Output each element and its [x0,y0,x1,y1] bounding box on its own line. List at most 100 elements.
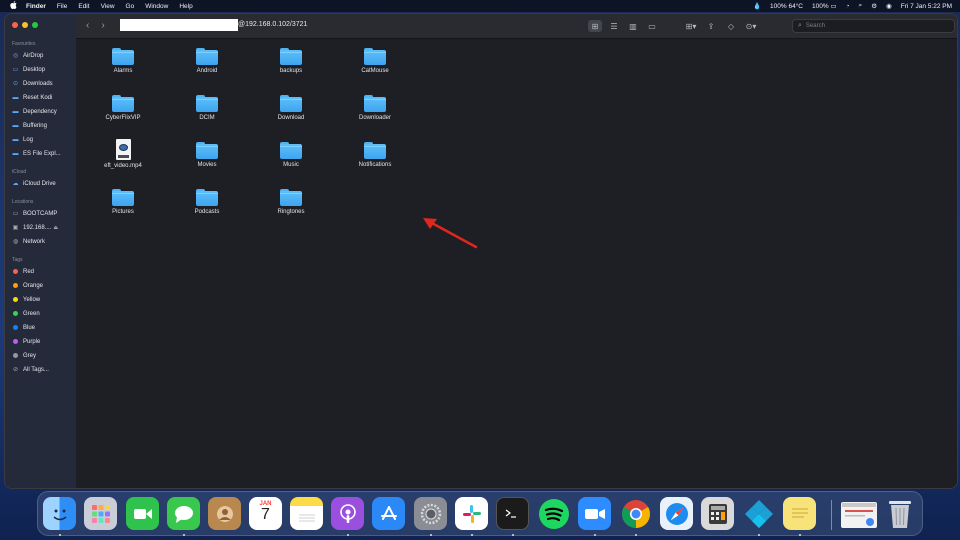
folder-catmouse[interactable]: CatMouse [333,48,417,74]
sidebar-item-icloud-drive[interactable]: ☁ iCloud Drive [12,178,74,189]
sidebar-item-label: 192.168.... [23,224,52,231]
folder-dcim[interactable]: DCIM [165,95,249,121]
dock-app-store-icon[interactable] [372,497,405,530]
dock-spotify-icon[interactable] [537,497,570,530]
sidebar-tag-grey[interactable]: Grey [12,350,74,361]
apple-menu-icon[interactable] [10,1,18,11]
folder-backups[interactable]: backups [249,48,333,74]
temperature-icon[interactable]: 💧 [753,2,761,10]
folder-podcasts[interactable]: Podcasts [165,189,249,215]
item-name: DCIM [199,115,215,121]
menu-window[interactable]: Window [145,3,168,10]
sidebar-item-airdrop[interactable]: ◎ AirDrop [12,50,74,61]
dock-chrome-icon[interactable] [619,497,652,530]
eject-icon[interactable]: ⏏ [53,225,58,231]
dock-trash-icon[interactable] [883,497,916,530]
sidebar-item-network[interactable]: ◍ Network [12,236,74,247]
minimize-window-button[interactable] [22,22,28,28]
menu-file[interactable]: File [57,3,67,10]
dock-system-preferences-icon[interactable] [414,497,447,530]
sidebar-tag-red[interactable]: Red [12,266,74,277]
close-window-button[interactable] [12,22,18,28]
search-field[interactable]: ⌕ Search [792,19,955,33]
folder-pictures[interactable]: Pictures [81,189,165,215]
sidebar-tag-green[interactable]: Green [12,308,74,319]
dock-calendar-icon[interactable]: JAN 7 [249,497,282,530]
sidebar-item-downloads[interactable]: ⊙ Downloads [12,78,74,89]
folder-music[interactable]: Music [249,142,333,168]
column-view-icon[interactable]: ▥ [626,20,640,32]
folder-ringtones[interactable]: Ringtones [249,189,333,215]
gallery-view-icon[interactable]: ▭ [645,20,659,32]
sidebar-tag-yellow[interactable]: Yellow [12,294,74,305]
share-icon[interactable]: ⇪ [704,20,718,32]
sidebar-tag-blue[interactable]: Blue [12,322,74,333]
battery-status[interactable]: 100% ▭ [812,2,837,10]
downloads-icon: ⊙ [12,81,19,87]
list-view-icon[interactable]: ☰ [607,20,621,32]
tag-dot [13,325,18,330]
dock-zoom-icon[interactable] [578,497,611,530]
sidebar-tag-orange[interactable]: Orange [12,280,74,291]
folder-alarms[interactable]: Alarms [81,48,165,74]
running-indicator [59,534,61,536]
dock-safari-icon[interactable] [660,497,693,530]
folder-notifications[interactable]: Notifications [333,142,417,168]
sidebar-item-es-file-explorer[interactable]: ▬ ES File Expl... [12,148,74,159]
group-by-icon[interactable]: ⊞▾ [684,20,698,32]
tag-icon[interactable]: ◇ [724,20,738,32]
sidebar-item-desktop[interactable]: ▭ Desktop [12,64,74,75]
dock-contacts-icon[interactable] [208,497,241,530]
menu-help[interactable]: Help [179,3,192,10]
folder-icon: ▬ [12,108,19,115]
folder-icon [196,189,218,206]
dock-stickies-icon[interactable] [783,497,816,530]
folder-android[interactable]: Android [165,48,249,74]
siri-icon[interactable]: ◉ [886,2,892,10]
menu-edit[interactable]: Edit [78,3,89,10]
item-name: Music [283,162,299,168]
dock-podcasts-icon[interactable] [331,497,364,530]
running-indicator [347,534,349,536]
menu-go[interactable]: Go [126,3,135,10]
sidebar-item-log[interactable]: ▬ Log [12,134,74,145]
folder-cyberflixvip[interactable]: CyberFlixVIP [81,95,165,121]
dock-messages-icon[interactable] [167,497,200,530]
dock-kodi-icon[interactable] [742,497,775,530]
dock-window-thumbnail-icon[interactable] [841,502,877,528]
item-name: Podcasts [194,209,220,215]
temperature-status[interactable]: 100% 64°C [770,3,803,10]
sidebar-tag-purple[interactable]: Purple [12,336,74,347]
dock-terminal-icon[interactable] [496,497,529,530]
search-menu-icon[interactable]: ⌕ [859,2,863,10]
icloud-section-label: iCloud [12,169,27,175]
forward-chevron-icon[interactable]: › [101,20,104,31]
wifi-icon[interactable]: ◔ [846,3,850,10]
dock-slack-icon[interactable] [455,497,488,530]
dock-facetime-icon[interactable] [126,497,159,530]
zoom-window-button[interactable] [32,22,38,28]
sidebar-item-label: Dependency [23,108,57,115]
clock[interactable]: Fri 7 Jan 5:22 PM [901,3,952,10]
dock-launchpad-icon[interactable] [84,497,117,530]
sidebar-item-buffering[interactable]: ▬ Buffering [12,120,74,131]
sidebar-item-bootcamp[interactable]: ▭ BOOTCAMP [12,208,74,219]
folder-movies[interactable]: Movies [165,142,249,168]
folder-download[interactable]: Download [249,95,333,121]
item-name: Download [277,115,305,121]
dock-finder-icon[interactable] [43,497,76,530]
file-eft-video[interactable]: eft_video.mp4 [81,139,165,169]
dock-calculator-icon[interactable] [701,497,734,530]
dock-notes-icon[interactable] [290,497,323,530]
sidebar-item-dependency[interactable]: ▬ Dependency [12,106,74,117]
sidebar-item-reset-kodi[interactable]: ▬ Reset Kodi [12,92,74,103]
back-chevron-icon[interactable]: ‹ [86,20,89,31]
menu-view[interactable]: View [101,3,115,10]
sidebar-all-tags[interactable]: ⊘ All Tags... [12,364,74,375]
control-center-icon[interactable]: ⚙ [871,2,877,10]
icon-view-icon[interactable]: ⊞ [588,20,602,32]
menu-finder[interactable]: Finder [26,3,46,10]
folder-downloader[interactable]: Downloader [333,95,417,121]
more-actions-icon[interactable]: ⊙▾ [744,20,758,32]
sidebar-item-network-share[interactable]: ▣ 192.168.... ⏏ [12,222,74,233]
